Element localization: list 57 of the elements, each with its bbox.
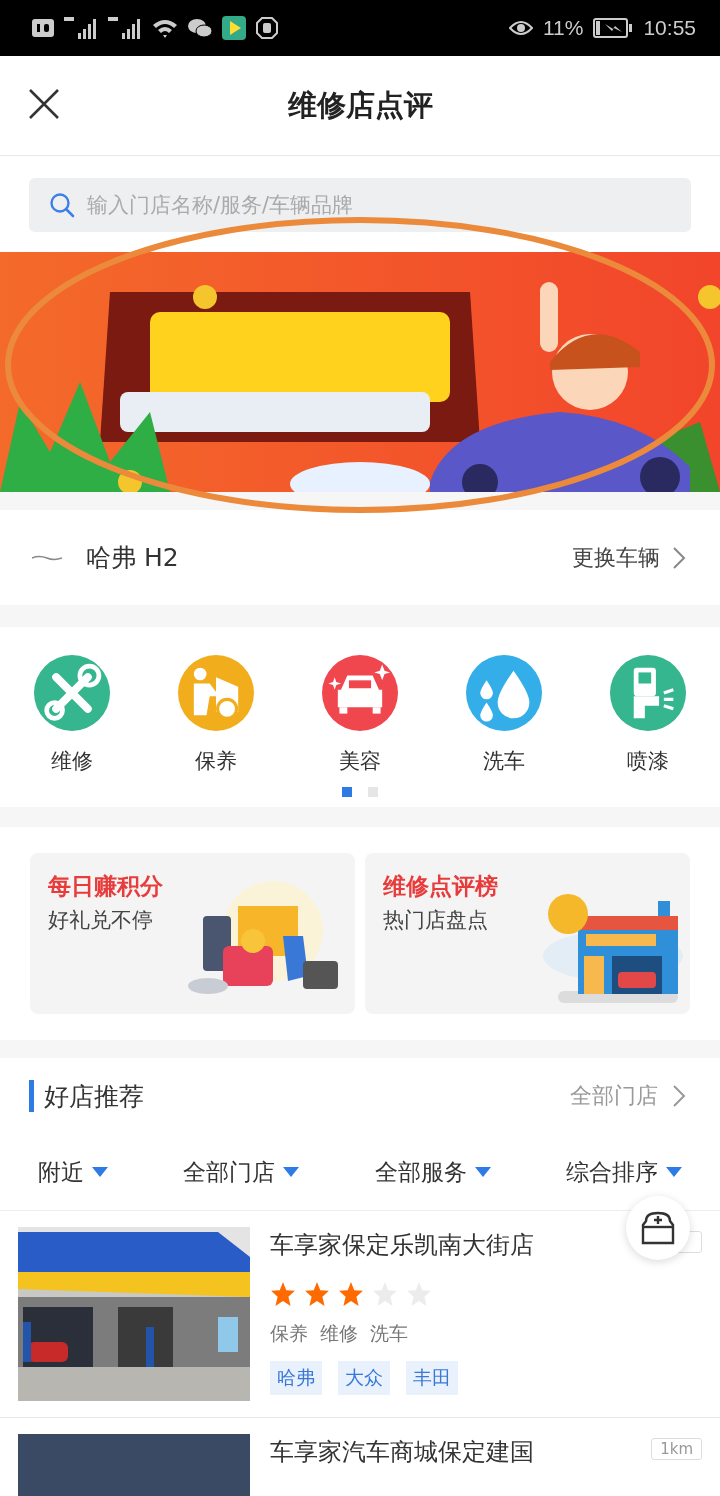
shop-list-item[interactable]: 车享家保定乐凯南大街店 保养 维修 洗车 哈弗 大众 丰田 xyxy=(0,1211,720,1418)
dropdown-triangle-icon xyxy=(474,1167,491,1177)
brand-tag: 大众 xyxy=(338,1361,390,1395)
brand-logo-icon xyxy=(32,554,62,561)
hd-icon xyxy=(32,19,54,37)
hand-icon xyxy=(256,17,278,39)
promo-subtitle: 热门店盘点 xyxy=(383,907,489,934)
change-vehicle-link[interactable]: 更换车辆 xyxy=(572,542,686,573)
signal-icon xyxy=(64,17,98,39)
service-label: 保养 xyxy=(270,1321,308,1346)
star-icon xyxy=(304,1281,330,1307)
search-icon xyxy=(49,192,75,218)
star-icon xyxy=(338,1281,364,1307)
brand-tag: 哈弗 xyxy=(270,1361,322,1395)
page-title: 维修店点评 xyxy=(287,86,433,124)
clock-time: 10:55 xyxy=(643,16,696,40)
filter-dropdown[interactable]: 综合排序 xyxy=(566,1156,683,1188)
category-item[interactable]: 洗车 xyxy=(466,655,542,775)
signal-icon xyxy=(108,17,142,39)
category-item[interactable]: 保养 xyxy=(178,655,254,775)
section-marker xyxy=(29,1080,34,1112)
star-icon xyxy=(270,1281,296,1307)
filter-dropdown[interactable]: 全部服务 xyxy=(374,1156,491,1188)
promo-title: 维修点评榜 xyxy=(383,872,498,901)
video-app-icon xyxy=(222,16,246,40)
promo-title: 每日赚积分 xyxy=(48,872,163,901)
eye-icon xyxy=(508,19,533,37)
shop-name: 车享家保定乐凯南大街店 xyxy=(270,1230,534,1261)
chevron-right-icon xyxy=(672,545,686,570)
promo-card[interactable]: 维修点评榜 热门店盘点 xyxy=(365,853,690,1014)
filter-dropdown[interactable]: 附近 xyxy=(37,1156,108,1188)
category-item[interactable]: 喷漆 xyxy=(610,655,686,775)
brand-tag: 丰田 xyxy=(406,1361,458,1395)
category-item[interactable]: 美容 xyxy=(322,655,398,775)
distance-badge: 1km xyxy=(651,1438,702,1460)
wifi-icon xyxy=(152,17,178,39)
promo-subtitle: 好礼兑不停 xyxy=(48,907,154,934)
close-icon xyxy=(28,88,60,120)
chat-icon xyxy=(188,18,212,38)
close-button[interactable] xyxy=(28,88,60,120)
chevron-right-icon xyxy=(672,1084,686,1108)
search-field[interactable]: 输入门店名称/服务/车辆品牌 xyxy=(29,178,691,232)
store-plus-icon xyxy=(640,1211,676,1245)
dropdown-triangle-icon xyxy=(666,1167,683,1177)
vehicle-name: 哈弗 H2 xyxy=(86,542,180,574)
shop-name: 车享家汽车商城保定建国 xyxy=(270,1437,534,1468)
filter-dropdown[interactable]: 全部门店 xyxy=(183,1156,300,1188)
promo-card[interactable]: 每日赚积分 好礼兑不停 xyxy=(30,853,355,1014)
service-label: 维修 xyxy=(320,1321,358,1346)
category-item[interactable]: 维修 xyxy=(34,655,110,775)
dropdown-triangle-icon xyxy=(283,1167,300,1177)
dropdown-triangle-icon xyxy=(91,1167,108,1177)
battery-percent: 11% xyxy=(542,16,584,40)
service-label: 洗车 xyxy=(370,1321,408,1346)
battery-icon xyxy=(593,18,634,38)
shop-list-item[interactable]: 车享家汽车商城保定建国 1km xyxy=(0,1418,720,1496)
section-title: 好店推荐 xyxy=(44,1080,145,1113)
